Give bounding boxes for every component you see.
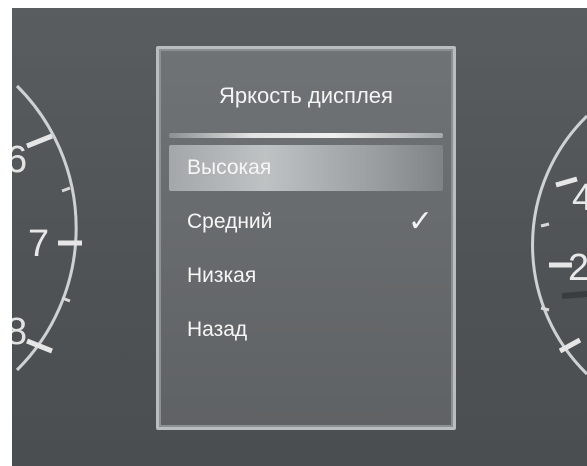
menu-item-low[interactable]: Низкая: [169, 253, 443, 299]
left-gauge-minor-tick: [61, 186, 71, 193]
menu-item-label: Высокая: [187, 156, 272, 179]
right-gauge-label: 2: [568, 247, 587, 289]
menu-item-label: Средний: [187, 210, 273, 233]
right-gauge-needle: [561, 291, 587, 299]
check-icon: ✓: [407, 205, 433, 238]
menu-item-back[interactable]: Назад: [169, 307, 443, 353]
left-gauge: 6 7 8: [12, 84, 82, 372]
left-gauge-label: 6: [12, 139, 27, 181]
right-gauge-minor-tick: [540, 306, 550, 312]
menu-item-high[interactable]: Высокая: [169, 145, 443, 191]
left-gauge-major-tick: [26, 133, 53, 149]
menu-item-label: Назад: [187, 318, 248, 341]
title-divider: [169, 133, 443, 138]
menu-item-label: Низкая: [187, 264, 257, 287]
left-gauge-label: 7: [28, 223, 49, 265]
right-gauge: 4 2: [531, 114, 587, 376]
right-gauge-minor-tick: [540, 222, 550, 228]
right-gauge-arc: [531, 114, 587, 376]
right-gauge-label: 4: [572, 177, 587, 219]
menu-title: Яркость дисплея: [219, 83, 393, 108]
menu-list: Высокая Средний ✓ Низкая Назад: [159, 145, 453, 361]
left-gauge-label: 8: [12, 311, 27, 353]
brightness-menu: Яркость дисплея Высокая Средний ✓ Низкая…: [156, 46, 456, 430]
instrument-display: 6 7 8 4 2 Яркость дисплея Высокая Средни…: [12, 8, 587, 466]
menu-item-medium[interactable]: Средний ✓: [169, 199, 443, 245]
